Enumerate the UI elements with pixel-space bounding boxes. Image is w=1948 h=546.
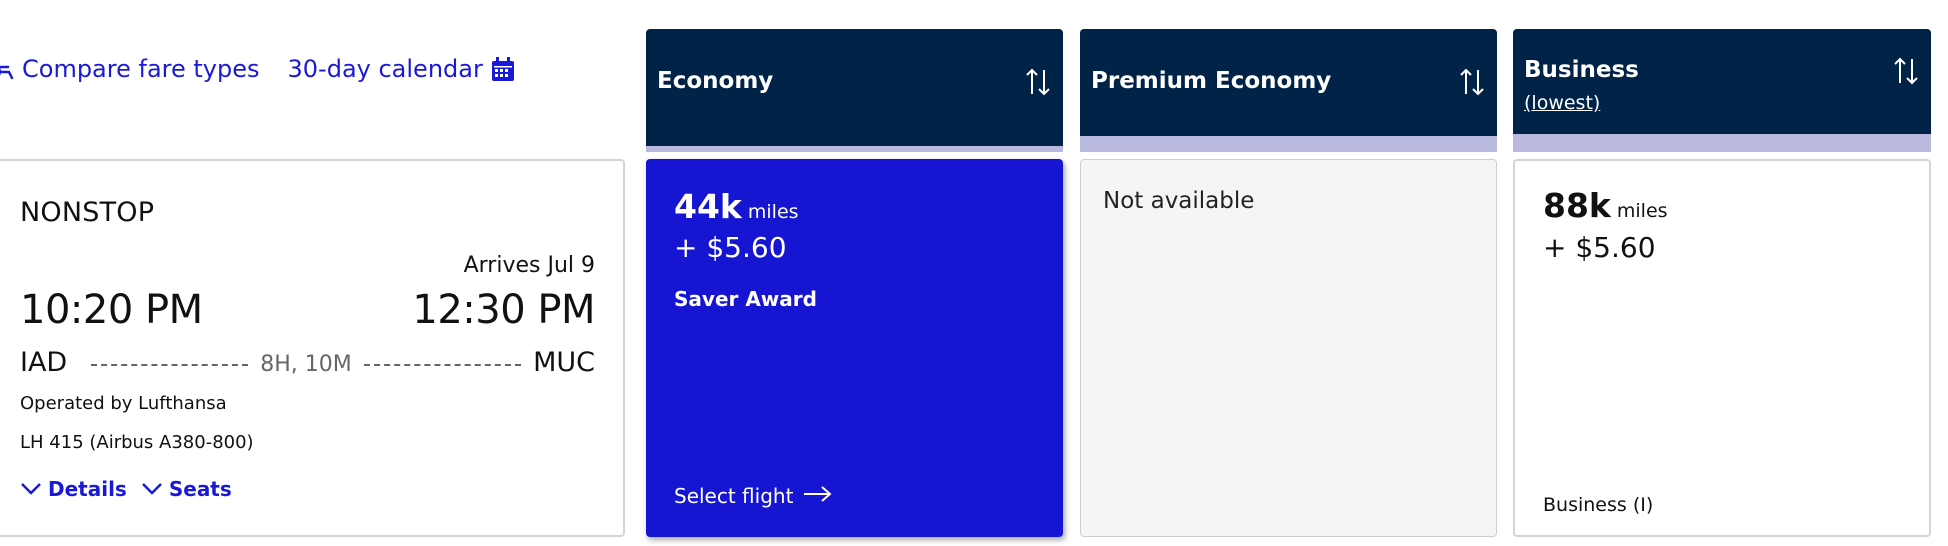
details-label: Details (48, 477, 127, 501)
calendar-link[interactable]: 30-day calendar (288, 55, 515, 83)
details-toggle[interactable]: Details (20, 477, 127, 501)
business-price: + $5.60 (1543, 231, 1656, 264)
business-fare-class: Business (I) (1543, 494, 1654, 516)
business-miles: 88k (1543, 186, 1611, 225)
economy-miles: 44k (674, 187, 742, 226)
economy-price: + $5.60 (674, 231, 787, 264)
economy-miles-row: 44k miles (674, 187, 799, 226)
sort-icon[interactable] (1025, 67, 1051, 101)
route-line-right (363, 363, 522, 366)
saver-award-label: Saver Award (674, 287, 817, 311)
toolbar-links: Compare fare types 30-day calendar (0, 55, 515, 83)
sort-icon[interactable] (1893, 56, 1919, 90)
premium-not-available: Not available (1103, 188, 1255, 214)
fare-card-premium-economy: Not available (1080, 159, 1497, 537)
business-lowest-link[interactable]: (lowest) (1524, 92, 1600, 114)
column-header-business: Business (lowest) (1513, 29, 1931, 152)
arrival-time: 12:30 PM (412, 287, 595, 333)
business-miles-row: 88k miles (1543, 186, 1668, 225)
arrow-right-icon (803, 484, 833, 508)
business-miles-unit: miles (1616, 200, 1668, 222)
flight-duration: 8H, 10M (260, 352, 352, 377)
header-accent-bar (646, 146, 1063, 152)
origin-code: IAD (20, 347, 68, 378)
header-accent-bar (1080, 136, 1497, 152)
aircraft-text: LH 415 (Airbus A380-800) (20, 432, 254, 453)
seats-toggle[interactable]: Seats (141, 477, 232, 501)
arrival-date: Arrives Jul 9 (463, 253, 595, 278)
route-line-left (91, 363, 249, 366)
calendar-link-label: 30-day calendar (287, 55, 483, 83)
header-accent-bar (1513, 134, 1931, 152)
select-flight-button[interactable]: Select flight (674, 484, 833, 508)
stops-label: NONSTOP (20, 197, 155, 228)
flight-card: NONSTOP Arrives Jul 9 10:20 PM 12:30 PM … (0, 159, 625, 537)
select-flight-label: Select flight (674, 484, 794, 508)
seat-icon (0, 58, 14, 80)
compare-fare-types-link[interactable]: Compare fare types (0, 55, 260, 83)
column-title-premium-economy: Premium Economy (1091, 68, 1332, 94)
duration-row: 8H, 10M (91, 352, 522, 377)
fare-card-economy[interactable]: 44k miles + $5.60 Saver Award Select flig… (646, 159, 1063, 537)
operator-text: Operated by Lufthansa (20, 393, 227, 414)
compare-fare-types-label: Compare fare types (22, 55, 260, 83)
column-title-economy: Economy (657, 68, 774, 94)
flight-toggles: Details Seats (20, 477, 232, 501)
departure-time: 10:20 PM (20, 287, 203, 333)
column-title-business: Business (1524, 57, 1639, 83)
seats-label: Seats (168, 477, 232, 501)
sort-icon[interactable] (1459, 67, 1485, 101)
chevron-down-icon (20, 477, 42, 501)
column-header-economy: Economy (646, 29, 1063, 152)
fare-card-business[interactable]: 88k miles + $5.60 Business (I) (1513, 159, 1931, 537)
chevron-down-icon (141, 477, 163, 501)
destination-code: MUC (533, 347, 595, 378)
calendar-icon (491, 56, 515, 82)
column-header-premium-economy: Premium Economy (1080, 29, 1497, 152)
economy-miles-unit: miles (747, 201, 799, 223)
